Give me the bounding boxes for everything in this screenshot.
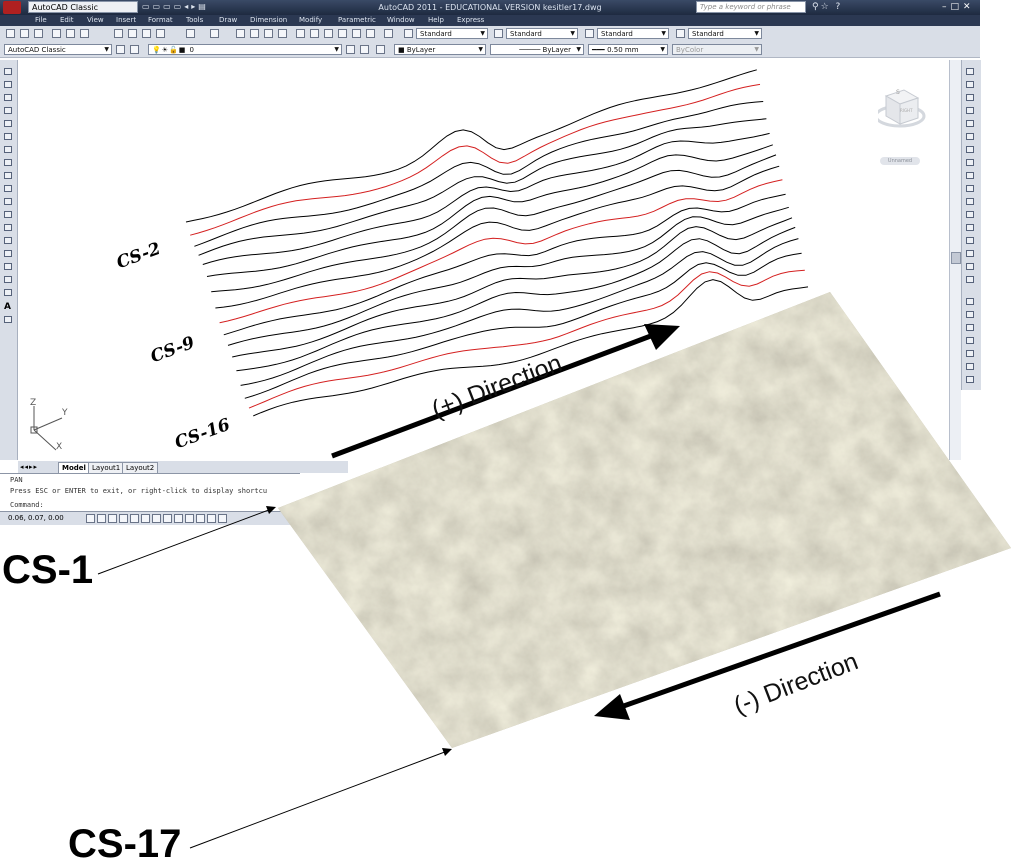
cs-17-label: CS-17 (68, 822, 182, 866)
cs-17-leader-line (189, 749, 451, 849)
cs-1-leader-line (97, 507, 275, 575)
minus-direction-arrowhead (594, 694, 630, 720)
cs-1-label: CS-1 (2, 548, 94, 592)
cs-1-leader-arrowhead (266, 506, 276, 514)
rock-texture (278, 292, 1011, 748)
cs-17-leader-arrowhead (442, 748, 452, 756)
overlay-graphics (97, 292, 1011, 849)
